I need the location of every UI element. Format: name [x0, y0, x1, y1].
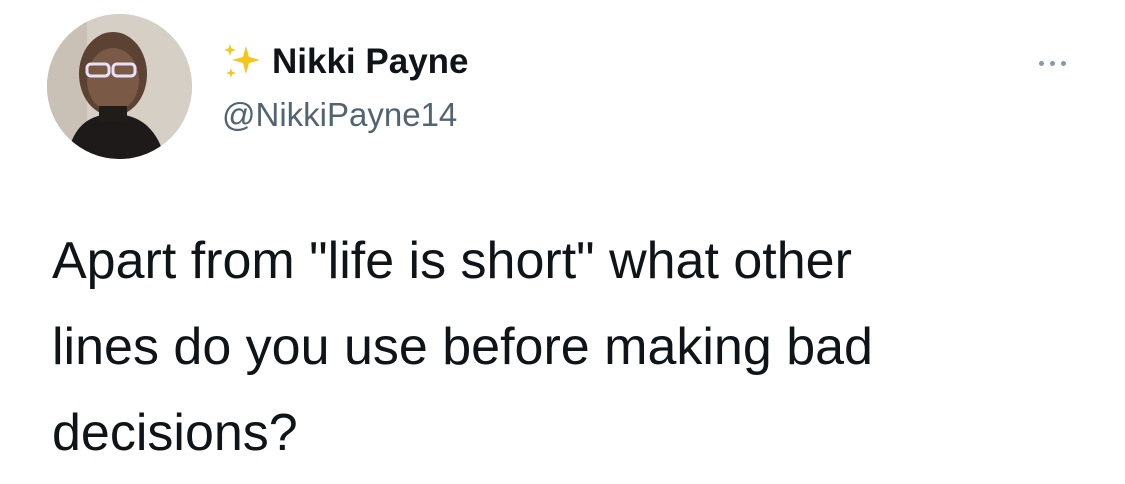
more-options-icon: [1038, 60, 1044, 66]
more-options-icon-dot: [1060, 60, 1066, 66]
sparkles-icon: [220, 40, 264, 84]
avatar[interactable]: [47, 14, 192, 159]
tweet-card: Nikki Payne @NikkiPayne14 Apart from "li…: [0, 0, 1125, 484]
author-name-row: Nikki Payne: [220, 36, 469, 88]
profile-photo: [47, 14, 192, 159]
more-options-icon-dot: [1049, 60, 1055, 66]
more-options-button[interactable]: [1022, 48, 1082, 78]
tweet-text: Apart from "life is short" what other li…: [52, 232, 873, 462]
author-handle[interactable]: @NikkiPayne14: [222, 96, 457, 134]
author-display-name[interactable]: Nikki Payne: [272, 42, 469, 82]
